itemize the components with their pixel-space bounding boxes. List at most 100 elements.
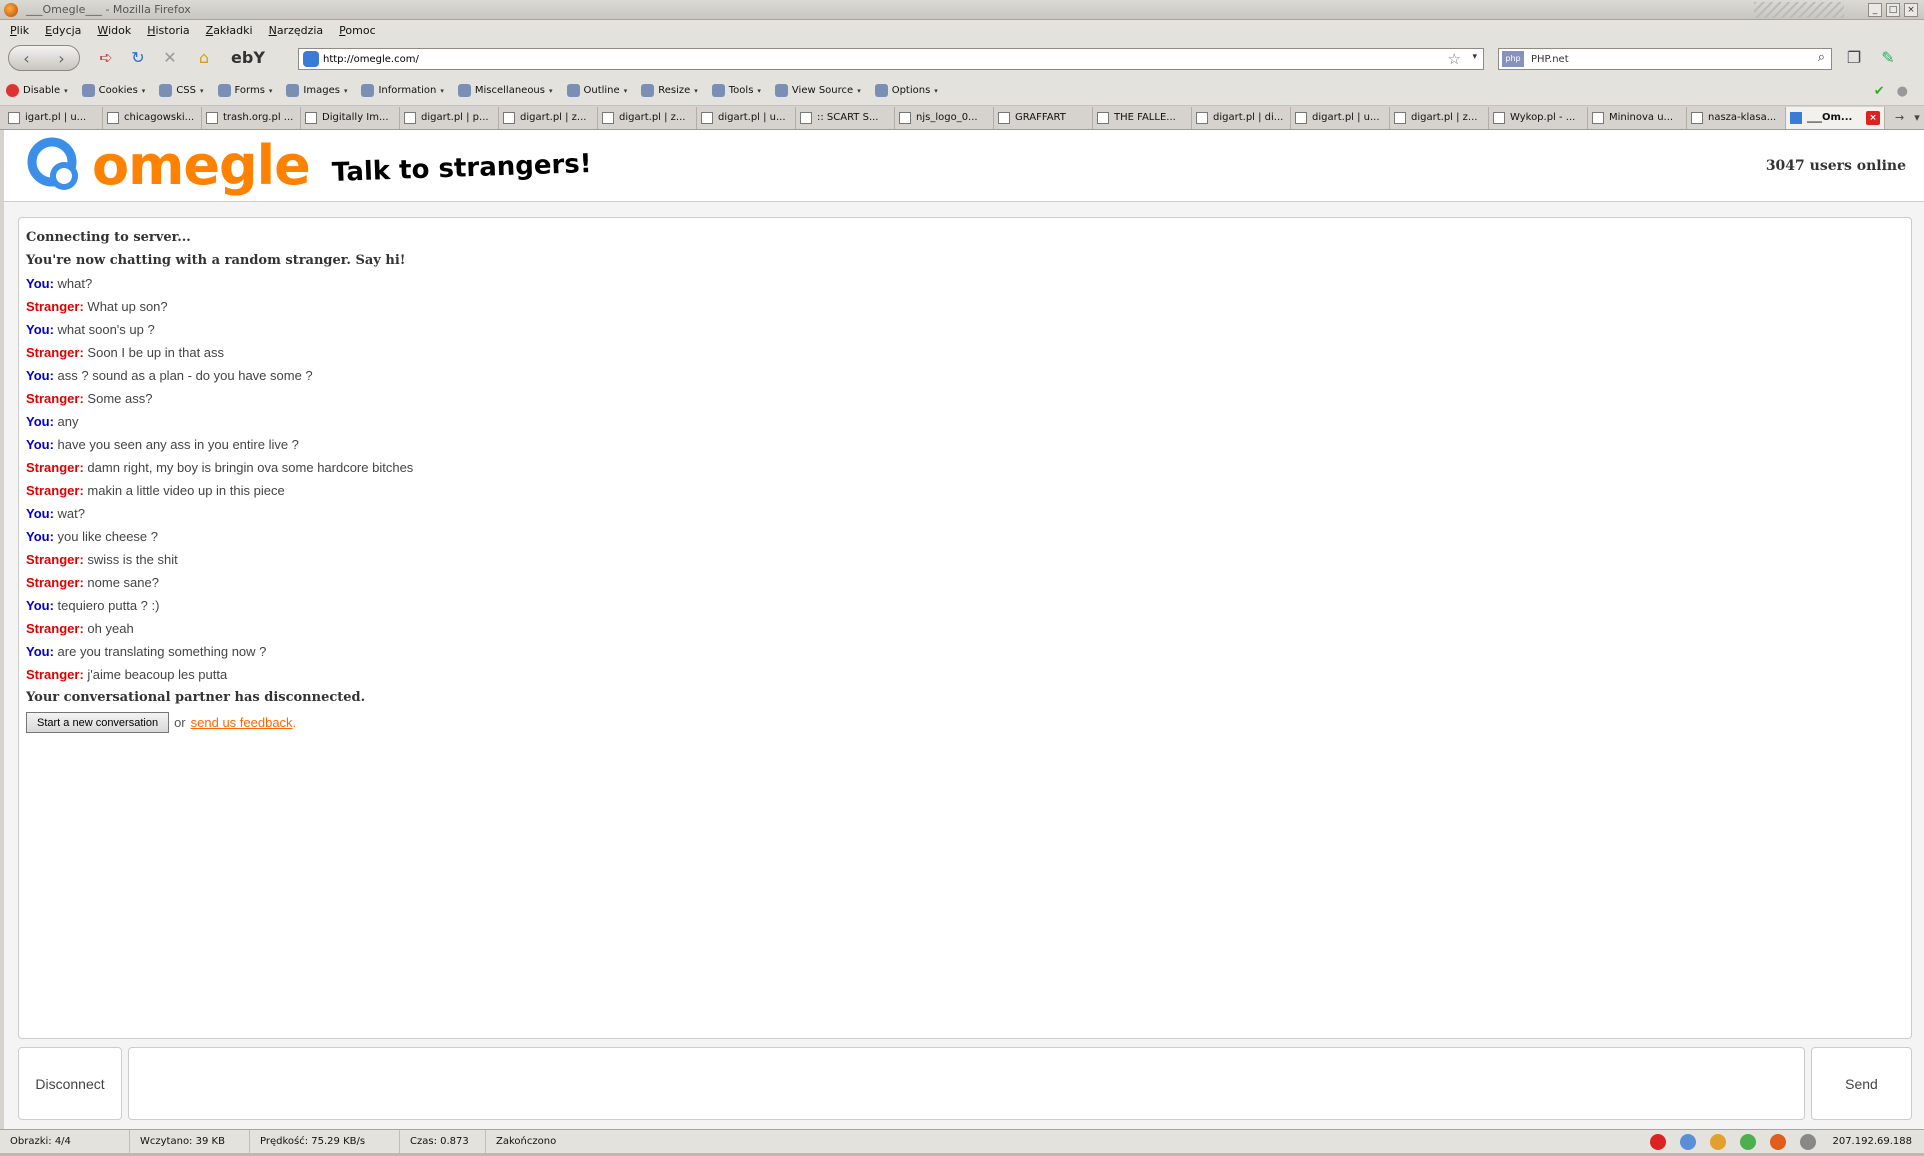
menu-tools[interactable]: Narzędzia — [269, 24, 324, 37]
reload-icon[interactable]: ↻ — [128, 49, 148, 67]
message-text: wat? — [57, 506, 86, 521]
menu-history[interactable]: Historia — [147, 24, 189, 37]
devbar-miscellaneous[interactable]: Miscellaneous ▾ — [457, 84, 553, 97]
send-link-icon[interactable]: ➪ — [96, 49, 116, 67]
menu-bookmarks[interactable]: Zakładki — [206, 24, 253, 37]
message-text: you like cheese ? — [57, 529, 158, 544]
page-icon — [1592, 111, 1604, 124]
page-icon — [1691, 111, 1703, 124]
adblock-icon[interactable] — [1650, 1134, 1666, 1150]
devbar-outline[interactable]: Outline ▾ — [566, 84, 627, 97]
page-icon — [503, 111, 515, 124]
addon-icon[interactable] — [1800, 1134, 1816, 1150]
url-bar[interactable]: http://omegle.com/ ☆ ▾ — [298, 48, 1484, 70]
tab[interactable]: digart.pl | di... — [1192, 106, 1291, 129]
message-list: You: what? Stranger: What up son? You: wha… — [26, 272, 1904, 686]
minimize-icon[interactable]: _ — [1868, 3, 1882, 17]
tab[interactable]: THE FALLE... — [1093, 106, 1192, 129]
devbar-forms[interactable]: Forms ▾ — [217, 84, 272, 97]
devbar-view-source[interactable]: View Source ▾ — [774, 84, 861, 97]
tab[interactable]: Wykop.pl - ... — [1489, 106, 1588, 129]
tab[interactable]: digart.pl | z... — [499, 106, 598, 129]
chat-message: You: any — [26, 410, 1904, 433]
devbar-options[interactable]: Options ▾ — [874, 84, 938, 97]
window-icon[interactable]: ❐ — [1844, 49, 1864, 67]
chat-message: You: have you seen any ass in you entire… — [26, 433, 1904, 456]
cookies-icon — [81, 84, 95, 97]
tab[interactable]: nasza-klasa... — [1687, 106, 1786, 129]
stranger-label: Stranger: — [26, 621, 84, 636]
search-icon[interactable]: ⌕ — [1818, 50, 1825, 65]
tab[interactable]: digart.pl | z... — [1390, 106, 1489, 129]
close-icon[interactable]: × — [1904, 3, 1918, 17]
maximize-icon[interactable]: □ — [1886, 3, 1900, 17]
chat-message: Stranger: nome sane? — [26, 571, 1904, 594]
search-bar[interactable]: php PHP.net ⌕ — [1498, 48, 1832, 70]
devbar-disable[interactable]: Disable ▾ — [6, 84, 68, 97]
url-dropdown-icon[interactable]: ▾ — [1472, 52, 1477, 62]
menu-view[interactable]: Widok — [97, 24, 131, 37]
search-engine-icon[interactable]: php — [1502, 51, 1524, 67]
tab[interactable]: digart.pl | p... — [400, 106, 499, 129]
firebug-icon[interactable] — [1770, 1134, 1786, 1150]
close-tab-icon[interactable]: × — [1866, 110, 1880, 125]
tab-scroll-right-icon[interactable]: → — [1895, 111, 1904, 124]
menu-help[interactable]: Pomoc — [339, 24, 375, 37]
stop-icon[interactable]: ✕ — [160, 49, 180, 67]
stranger-label: Stranger: — [26, 345, 84, 360]
devbar-css[interactable]: CSS ▾ — [159, 84, 204, 97]
tab[interactable]: :: SCART S... — [796, 106, 895, 129]
feedback-link[interactable]: send us feedback — [191, 715, 293, 730]
forward-icon[interactable]: › — [44, 49, 79, 68]
back-icon[interactable]: ‹ — [9, 49, 44, 68]
new-conversation-button[interactable]: Start a new conversation — [26, 712, 170, 733]
page-icon — [8, 111, 20, 124]
send-button[interactable]: Send — [1811, 1047, 1912, 1120]
tab[interactable]: igart.pl | u... — [4, 106, 103, 129]
status-disconnected: Your conversational partner has disconne… — [26, 690, 366, 705]
window-controls: _ □ × — [1868, 3, 1918, 17]
message-text: are you translating something now ? — [57, 644, 267, 659]
devbar-resize[interactable]: Resize ▾ — [641, 84, 698, 97]
tab[interactable]: chicagowski... — [103, 106, 202, 129]
devbar-cookies[interactable]: Cookies ▾ — [81, 84, 145, 97]
message-input[interactable] — [128, 1047, 1805, 1120]
chat-log[interactable]: Connecting to server... You're now chatt… — [18, 217, 1912, 1039]
omegle-logo-icon — [27, 137, 78, 190]
sync-icon[interactable] — [1680, 1134, 1696, 1150]
stranger-label: Stranger: — [26, 667, 84, 682]
disconnect-button[interactable]: Disconnect — [18, 1047, 122, 1120]
greasemonkey-icon[interactable] — [1710, 1134, 1726, 1150]
bookmark-star-icon[interactable]: ☆ — [1448, 50, 1461, 68]
tab[interactable]: digart.pl | z... — [598, 106, 697, 129]
validator-icon[interactable] — [1740, 1134, 1756, 1150]
devbar-images[interactable]: Images ▾ — [286, 84, 347, 97]
tab[interactable]: Digitally Im... — [301, 106, 400, 129]
devbar-information[interactable]: Information ▾ — [361, 84, 444, 97]
tab[interactable]: njs_logo_0... — [895, 106, 994, 129]
menu-edit[interactable]: Edycja — [45, 24, 81, 37]
ebay-icon[interactable]: ebY — [228, 49, 268, 67]
message-text: nome sane? — [87, 575, 159, 590]
page-icon — [899, 111, 911, 124]
page-icon — [1196, 111, 1208, 124]
tab[interactable]: digart.pl | u... — [697, 106, 796, 129]
devbar-tools[interactable]: Tools ▾ — [711, 84, 761, 97]
tab[interactable]: digart.pl | u... — [1291, 106, 1390, 129]
message-text: tequiero putta ? :) — [57, 598, 160, 613]
tab[interactable]: trash.org.pl ... — [202, 106, 301, 129]
menu-file[interactable]: Plik — [10, 24, 29, 37]
tab-list-icon[interactable]: ▾ — [1914, 111, 1920, 124]
tab[interactable]: GRAFFART — [994, 106, 1093, 129]
checkmark-icon: ✔ — [1873, 84, 1885, 99]
tab[interactable]: Mininova u... — [1588, 106, 1687, 129]
status-connecting: Connecting to server... — [26, 230, 191, 245]
tab-active[interactable]: ___Om... × — [1786, 106, 1885, 129]
chat-message: Stranger: Some ass? — [26, 387, 1904, 410]
edit-icon[interactable]: ✎ — [1878, 49, 1898, 67]
tools-icon — [711, 84, 725, 97]
home-icon[interactable]: ⌂ — [194, 49, 214, 67]
you-label: You: — [26, 276, 54, 291]
chat-message: You: are you translating something now ? — [26, 640, 1904, 663]
message-text: ass ? sound as a plan - do you have some… — [57, 368, 313, 383]
